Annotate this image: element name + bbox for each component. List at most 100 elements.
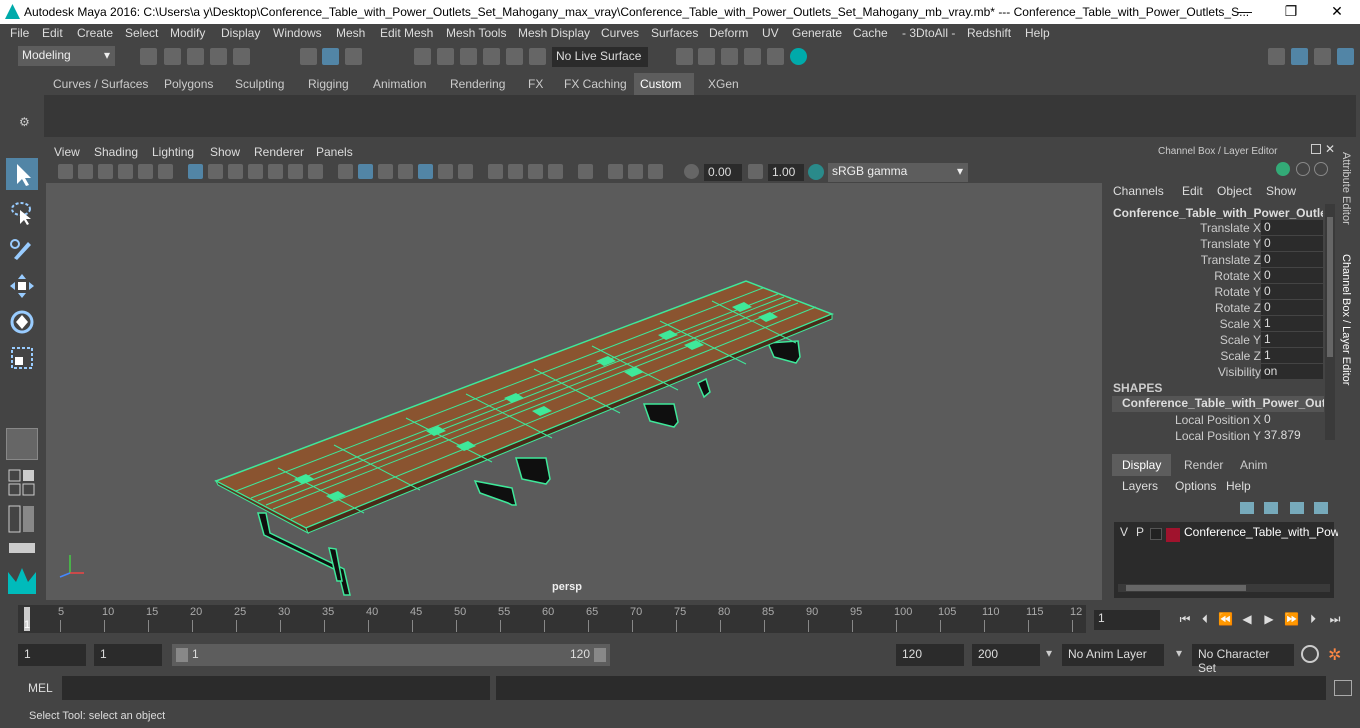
select-component-icon[interactable] [345, 48, 362, 65]
step-forward-key-icon[interactable]: ⏩ [1284, 612, 1299, 626]
object-name[interactable]: Conference_Table_with_Power_Outlet... [1113, 206, 1323, 220]
attr-value[interactable]: 0 [1261, 252, 1323, 267]
vp-menu-lighting[interactable]: Lighting [152, 145, 194, 159]
menu-mesh[interactable]: Mesh [336, 26, 365, 40]
maximize-button[interactable]: ❐ [1268, 0, 1314, 24]
ipr-render-icon[interactable] [721, 48, 738, 65]
vp-menu-show[interactable]: Show [210, 145, 240, 159]
step-back-key-icon[interactable]: ⏪ [1218, 612, 1233, 626]
menu-create[interactable]: Create [77, 26, 113, 40]
gamma-icon[interactable] [748, 164, 763, 179]
four-view-layout-icon[interactable] [6, 468, 38, 498]
maya-home-icon[interactable] [6, 564, 38, 598]
tab-fx-caching[interactable]: FX Caching [558, 73, 633, 95]
scrollbar-thumb[interactable] [1327, 217, 1333, 357]
menu-windows[interactable]: Windows [273, 26, 322, 40]
float-panel-icon[interactable] [1311, 144, 1321, 154]
camera-attributes-icon[interactable] [78, 164, 93, 179]
playback-end-field[interactable]: 120 [896, 644, 964, 666]
menu-generate[interactable]: Generate [792, 26, 842, 40]
workspace-icon[interactable] [1268, 48, 1285, 65]
script-editor-icon[interactable] [1334, 680, 1352, 696]
new-scene-icon[interactable] [140, 48, 157, 65]
grease-pencil-icon[interactable] [158, 164, 173, 179]
menu-3dtoall[interactable]: - 3DtoAll - [902, 26, 955, 40]
select-object-icon[interactable] [322, 48, 339, 65]
step-forward-icon[interactable]: ⏵ [1306, 612, 1320, 626]
attr-value[interactable]: 1 [1261, 316, 1323, 331]
menu-mesh-tools[interactable]: Mesh Tools [446, 26, 506, 40]
lasso-tool-icon[interactable] [6, 196, 38, 228]
layer-display-type[interactable] [1150, 528, 1162, 540]
play-forward-icon[interactable]: ▶ [1262, 612, 1276, 626]
auto-key-icon[interactable] [1301, 645, 1319, 663]
tab-channel-box[interactable]: Channel Box / Layer Editor [1340, 254, 1352, 385]
menu-surfaces[interactable]: Surfaces [651, 26, 698, 40]
layer-move-down-icon[interactable] [1264, 502, 1278, 514]
close-button[interactable]: ✕ [1314, 0, 1360, 24]
layer-name[interactable]: Conference_Table_with_Powe [1184, 525, 1346, 539]
default-material-icon[interactable] [398, 164, 413, 179]
attr-local-position-y[interactable]: Local Position Y 37.879 [1106, 428, 1324, 444]
attr-value[interactable]: 1 [1261, 332, 1323, 347]
layer-move-up-icon[interactable] [1240, 502, 1254, 514]
animation-preferences-icon[interactable]: ✲ [1328, 645, 1348, 665]
attr-translate-y[interactable]: Translate Y0 [1106, 236, 1324, 252]
menu-set-dropdown[interactable]: Modeling ▾ [18, 46, 115, 66]
gamma-field[interactable]: 1.00 [768, 164, 804, 181]
speed-icon[interactable] [1296, 162, 1310, 176]
menu-file[interactable]: File [10, 26, 29, 40]
menu-edit[interactable]: Edit [42, 26, 63, 40]
cb-menu-show[interactable]: Show [1266, 184, 1296, 198]
attr-scale-z[interactable]: Scale Z1 [1106, 348, 1324, 364]
cb-menu-edit[interactable]: Edit [1182, 184, 1203, 198]
chevron-down-icon[interactable]: ▾ [1176, 646, 1182, 660]
layer-playback-toggle[interactable]: P [1136, 525, 1144, 539]
range-start-handle[interactable] [176, 648, 188, 662]
safe-title-icon[interactable] [308, 164, 323, 179]
tab-display-layers[interactable]: Display [1112, 454, 1172, 476]
attr-scale-y[interactable]: Scale Y1 [1106, 332, 1324, 348]
menu-cache[interactable]: Cache [853, 26, 888, 40]
layout-toggle-icon[interactable] [6, 542, 38, 554]
attr-scale-x[interactable]: Scale X1 [1106, 316, 1324, 332]
go-to-end-icon[interactable]: ⏭ [1328, 612, 1342, 626]
mel-label[interactable]: MEL [28, 681, 53, 695]
field-chart-icon[interactable] [268, 164, 283, 179]
tab-curves-surfaces[interactable]: Curves / Surfaces [47, 73, 154, 95]
attr-local-position-x[interactable]: Local Position X0 [1106, 412, 1324, 428]
attr-translate-x[interactable]: Translate X0 [1106, 220, 1324, 236]
shape-name[interactable]: Conference_Table_with_Power_Outl... [1112, 396, 1324, 412]
anti-aliasing-icon[interactable] [528, 164, 543, 179]
color-management-icon[interactable] [808, 164, 824, 180]
render-settings-icon[interactable] [744, 48, 761, 65]
toggle-attribute-editor-icon[interactable] [1337, 48, 1354, 65]
two-d-pan-icon[interactable] [138, 164, 153, 179]
smooth-shade-icon[interactable] [358, 164, 373, 179]
vp-menu-shading[interactable]: Shading [94, 145, 138, 159]
menu-redshift[interactable]: Redshift [967, 26, 1011, 40]
start-time-field[interactable]: 1 [18, 644, 86, 666]
use-all-lights-icon[interactable] [438, 164, 453, 179]
move-tool-icon[interactable] [6, 270, 38, 302]
xray-icon[interactable] [608, 164, 623, 179]
save-scene-icon[interactable] [187, 48, 204, 65]
depth-of-field-icon[interactable] [548, 164, 563, 179]
menu-display[interactable]: Display [221, 26, 260, 40]
playback-start-field[interactable]: 1 [94, 644, 162, 666]
menu-edit-mesh[interactable]: Edit Mesh [380, 26, 433, 40]
hypershade-icon[interactable] [767, 48, 784, 65]
le-menu-layers[interactable]: Layers [1122, 479, 1158, 493]
tab-attribute-editor[interactable]: Attribute Editor [1340, 152, 1352, 225]
bookmark-icon[interactable] [98, 164, 113, 179]
tab-custom[interactable]: Custom [634, 73, 694, 95]
make-live-icon[interactable] [529, 48, 546, 65]
snap-point-icon[interactable] [460, 48, 477, 65]
end-time-field[interactable]: 200 [972, 644, 1040, 666]
tab-fx[interactable]: FX [522, 73, 549, 95]
menu-curves[interactable]: Curves [601, 26, 639, 40]
le-menu-options[interactable]: Options [1175, 479, 1216, 493]
new-layer-selected-icon[interactable] [1314, 502, 1328, 514]
vp-menu-renderer[interactable]: Renderer [254, 145, 304, 159]
color-space-dropdown[interactable]: sRGB gamma ▾ [828, 163, 968, 182]
